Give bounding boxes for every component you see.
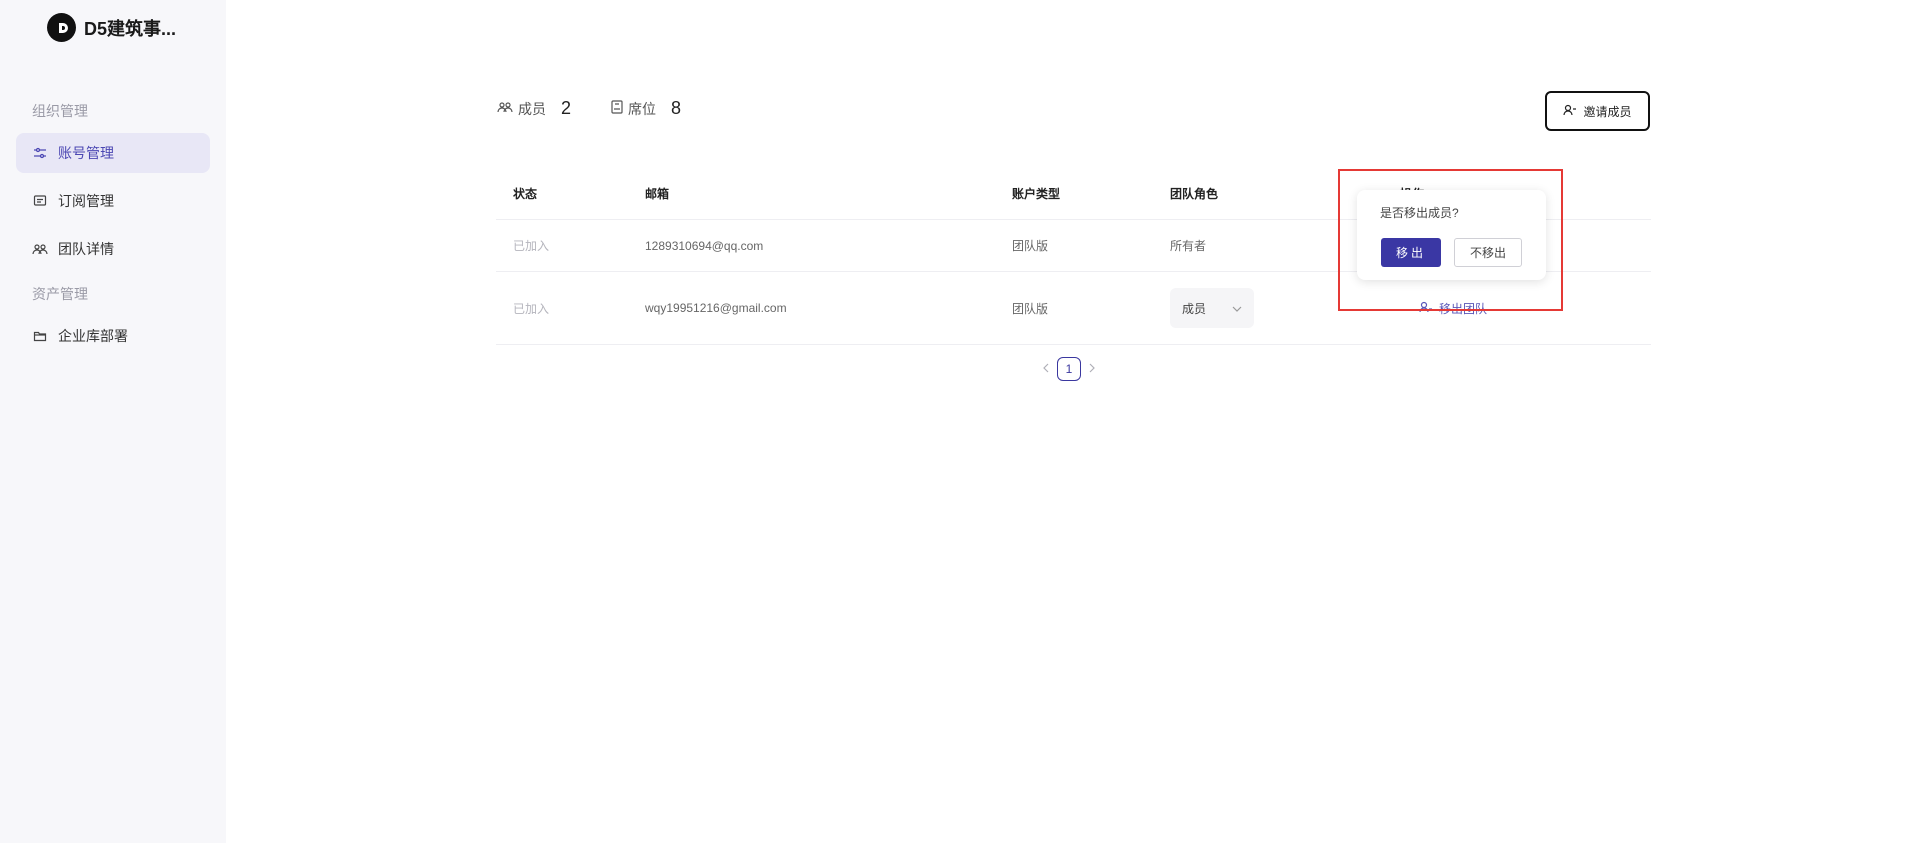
sidebar-item-label: 企业库部署 (58, 328, 128, 344)
folder-icon (32, 328, 48, 344)
team-stats: 成员 2 席位 8 (497, 98, 721, 119)
sidebar-item-subscription[interactable]: 订阅管理 (16, 181, 210, 221)
highlight-box (1338, 169, 1563, 311)
team-icon (497, 100, 513, 117)
sliders-icon (32, 145, 48, 161)
sidebar-item-team[interactable]: 团队详情 (16, 229, 210, 269)
role-select[interactable]: 成员 (1170, 288, 1254, 328)
email-cell: wqy19951216@gmail.com (645, 301, 787, 315)
brand[interactable]: D5建筑事... (47, 13, 176, 42)
team-icon (32, 241, 48, 257)
section-title-assets: 资产管理 (32, 286, 88, 302)
chevron-right-icon[interactable] (1089, 362, 1096, 376)
header-team-role: 团队角色 (1170, 187, 1219, 201)
role-cell: 成员 (1170, 272, 1254, 344)
members-label: 成员 (518, 100, 546, 117)
invite-member-button[interactable]: 邀请成员 (1545, 91, 1650, 131)
members-count: 2 (561, 98, 572, 118)
sidebar-item-account[interactable]: 账号管理 (16, 133, 210, 173)
header-account-type: 账户类型 (1012, 187, 1061, 201)
sidebar-item-label: 账号管理 (58, 145, 114, 161)
role-select-value: 成员 (1182, 301, 1207, 316)
header-status: 状态 (513, 187, 538, 201)
subscription-icon (32, 193, 48, 209)
members-stat: 成员 2 (497, 98, 571, 119)
sidebar-item-enterprise-library[interactable]: 企业库部署 (16, 316, 210, 356)
page-number-current[interactable]: 1 (1057, 357, 1081, 381)
brand-name: D5建筑事... (84, 18, 177, 39)
sidebar: D5建筑事... 组织管理 账号管理 订阅管理 团队详情 资产管理 企业库部署 (0, 0, 226, 843)
account-type-cell: 团队版 (1012, 301, 1049, 316)
header-email: 邮箱 (645, 187, 670, 201)
account-type-cell: 团队版 (1012, 239, 1049, 253)
sidebar-item-label: 订阅管理 (58, 193, 114, 209)
role-cell: 所有者 (1170, 239, 1207, 253)
add-user-icon (1563, 104, 1577, 119)
invite-member-label: 邀请成员 (1583, 104, 1632, 119)
chevron-down-icon (1232, 301, 1242, 315)
seats-stat: 席位 8 (611, 98, 681, 119)
email-cell: 1289310694@qq.com (645, 238, 764, 253)
status-cell: 已加入 (513, 301, 550, 316)
seats-label: 席位 (628, 100, 657, 117)
pagination: 1 (1042, 357, 1096, 381)
seats-count: 8 (671, 98, 682, 118)
section-title-org: 组织管理 (32, 103, 88, 119)
seat-icon (611, 100, 623, 117)
d5-logo-icon (47, 13, 76, 42)
sidebar-item-label: 团队详情 (58, 241, 114, 257)
status-cell: 已加入 (513, 239, 550, 253)
chevron-left-icon[interactable] (1042, 362, 1049, 376)
